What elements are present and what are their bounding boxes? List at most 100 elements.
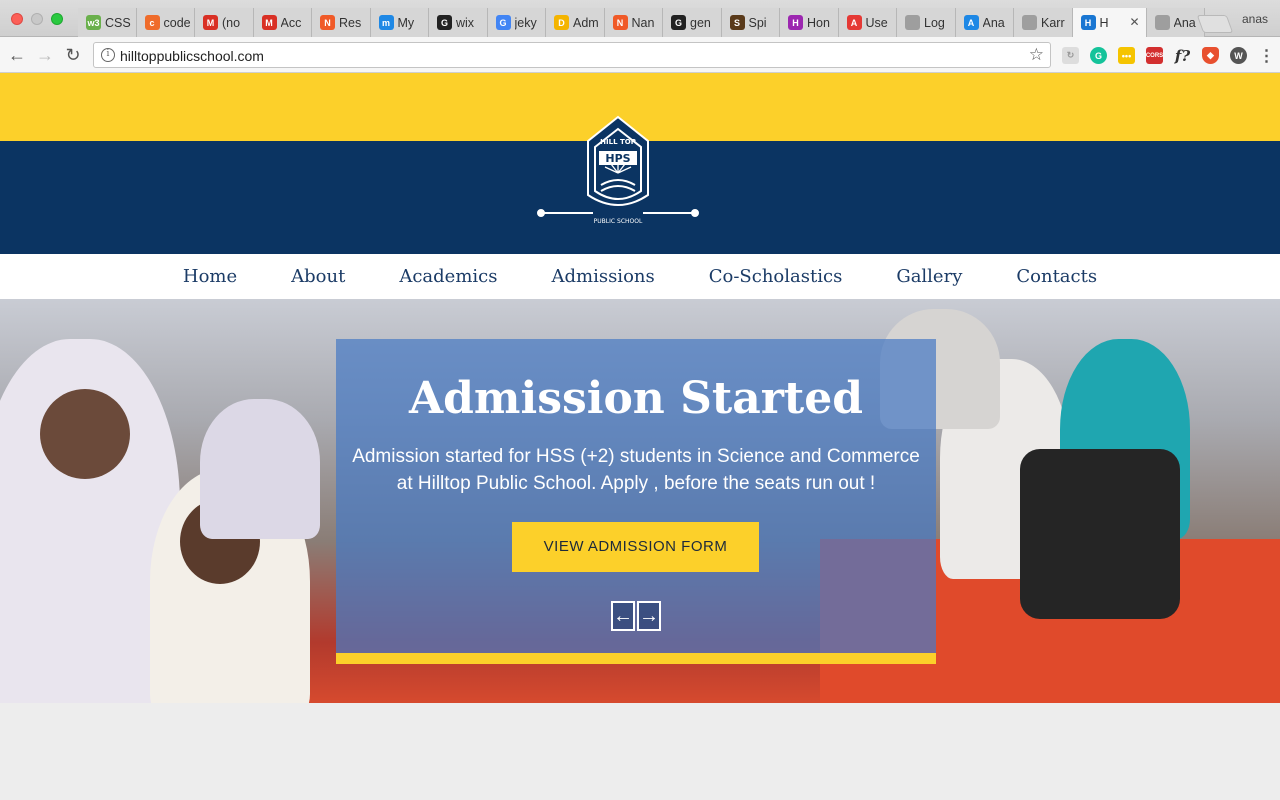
tab-favicon-icon: S [729,15,745,30]
arrow-left-icon: ← [8,44,26,65]
browser-tab[interactable]: S Spi [721,8,780,37]
nav-item-about[interactable]: About [264,254,372,299]
tab-title: wix [456,15,475,30]
window-minimize-button[interactable] [31,13,43,25]
reload-icon: ↻ [65,44,81,65]
browser-tab[interactable]: H Hon [780,8,839,37]
tab-list: w3 CSS c code M (no M Acc N Res m My Gwix Gjeky D Adm N N… [78,8,1205,37]
browser-tab[interactable]: c code [136,8,195,37]
browser-tab[interactable]: Gjeky [487,8,546,37]
tab-favicon-icon: c [144,15,160,30]
tab-favicon-icon: N [320,15,335,30]
extension-dots-icon[interactable]: ••• [1118,47,1135,64]
tab-favicon-icon: N [612,15,628,30]
wordpress-icon[interactable]: W [1230,47,1247,64]
tab-favicon-icon: H [1080,15,1096,30]
tab-favicon-icon [905,15,920,30]
tab-favicon-icon: M [203,15,218,30]
menu-icon[interactable]: ⋮ [1258,47,1275,65]
tab-title: gen [690,15,711,30]
browser-tab[interactable]: N Nan [604,8,663,37]
browser-tab[interactable]: A Ana [955,8,1014,37]
tab-title: Ana [982,15,1005,30]
browser-tab[interactable]: Gwix [429,8,488,37]
tab-favicon-icon: M [261,15,277,30]
hero-description: Admission started for HSS (+2) students … [352,446,920,494]
tab-title: Karr [1041,15,1065,30]
nav-item-home[interactable]: Home [156,254,264,299]
back-button[interactable]: ← [6,44,28,66]
browser-tab[interactable]: m My [370,8,429,37]
tab-favicon-icon: G [437,15,452,30]
tab-title: Nan [631,15,655,30]
window-maximize-button[interactable] [51,13,63,25]
main-navigation: Home About Academics Admissions Co-Scholasti… [0,254,1280,299]
tab-favicon-icon: w3 [86,15,101,30]
logo-bottom-text: PUBLIC SCHOOL [594,218,643,225]
tab-favicon-icon: G [671,15,686,30]
profile-name[interactable]: anas [1242,12,1268,26]
view-admission-form-button[interactable]: VIEW ADMISSION FORM [512,522,759,572]
shield-icon[interactable]: ◆ [1202,47,1219,64]
bookmark-star-icon[interactable]: ☆ [1029,45,1044,65]
slider-prev-button[interactable]: ← [611,601,635,631]
browser-tab[interactable]: Log [897,8,956,37]
grammarly-icon[interactable]: G [1090,47,1107,64]
browser-tab[interactable]: Ggen [663,8,722,37]
nav-item-admissions[interactable]: Admissions [524,254,681,299]
info-icon[interactable]: i [101,48,115,62]
tab-title: code [163,15,191,30]
slider-controls: ← → [611,601,661,631]
tab-favicon-icon: m [378,15,394,30]
browser-tab[interactable]: N Res [312,8,371,37]
hero-title: Admission Started [409,373,863,424]
nav-item-co-scholastics[interactable]: Co-Scholastics [682,254,870,299]
hero-bg-figure [200,399,320,539]
browser-tab[interactable]: Ana [1146,8,1205,37]
tab-title: Acc [280,15,302,30]
tab-close-icon[interactable]: ✕ [1129,15,1139,29]
hero-bg-head [40,389,130,479]
tab-title: Res [339,15,362,30]
tab-title: Spi [748,15,767,30]
browser-toolbar: ← → ↻ i hilltoppublicschool.com ☆ ↻ G ••… [0,37,1280,73]
browser-tab[interactable]: M (no [195,8,254,37]
logo-top-text: HILL TOP [600,138,636,146]
tab-title: H [1099,15,1109,30]
window-close-button[interactable] [11,13,23,25]
tab-favicon-icon [1022,15,1037,30]
nav-item-gallery[interactable]: Gallery [869,254,989,299]
website: HPS HILL TOP PUBLIC SCHOOL Home About Acad… [0,73,1280,800]
nav-item-contacts[interactable]: Contacts [989,254,1124,299]
browser-tab[interactable]: M Acc [253,8,312,37]
school-logo[interactable]: HPS HILL TOP PUBLIC SCHOOL [533,113,703,233]
browser-tab[interactable]: H H ✕ [1072,8,1147,37]
tab-title: Hon [807,15,830,30]
school-crest-icon: HPS HILL TOP PUBLIC SCHOOL [537,115,699,225]
new-tab-button[interactable] [1196,15,1234,33]
tab-favicon-icon: H [788,15,803,30]
url-text[interactable]: hilltoppublicschool.com [120,48,264,64]
tab-title: (no [222,15,241,30]
browser-tab[interactable]: D Adm [546,8,605,37]
function-icon[interactable]: f? [1174,47,1191,65]
tab-favicon-icon: A [846,15,862,30]
tab-title: Adm [573,15,599,30]
cors-icon[interactable]: CORS [1146,47,1163,64]
forward-button[interactable]: → [34,44,56,66]
tab-title: CSS [105,15,131,30]
tab-title: jeky [514,15,537,30]
address-bar[interactable]: i hilltoppublicschool.com ☆ [93,42,1051,68]
arrow-right-icon: → [36,44,54,65]
hero-overlay-bar [336,653,936,664]
page-below-hero [0,703,1280,800]
browser-tab[interactable]: Karr [1014,8,1073,37]
reload-button[interactable]: ↻ [62,44,84,66]
nav-item-academics[interactable]: Academics [372,254,524,299]
browser-tab[interactable]: A Use [838,8,897,37]
browser-tab[interactable]: w3 CSS [78,8,137,37]
extension-sync-icon[interactable]: ↻ [1062,47,1079,64]
tab-favicon-icon: D [554,15,569,30]
slider-next-button[interactable]: → [637,601,661,631]
hero-slider: Admission Started Admission started for … [0,299,1280,703]
